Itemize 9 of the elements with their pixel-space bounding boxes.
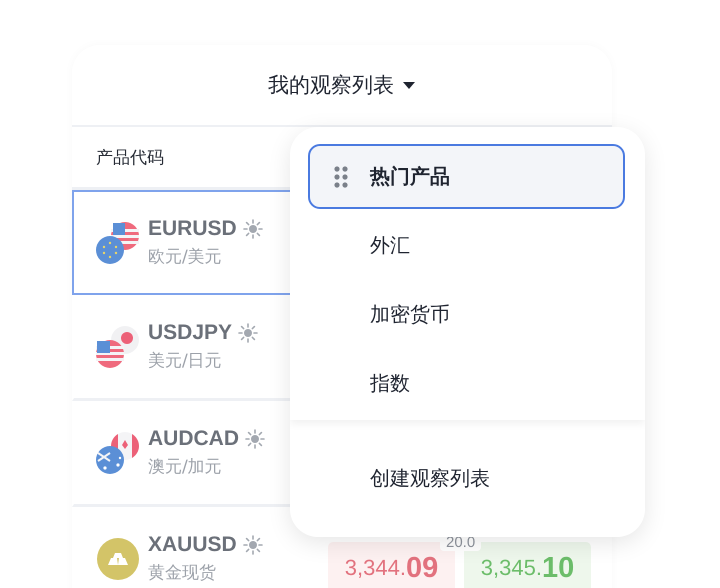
symbol-text: AUDCAD xyxy=(148,427,239,451)
instrument-name: 欧元/美元 xyxy=(148,246,223,268)
instrument-name: 澳元/加元 xyxy=(148,456,223,478)
column-header: 产品代码 xyxy=(96,146,164,168)
symbol-text: USDJPY xyxy=(148,321,232,345)
symbol-text: XAUUSD xyxy=(148,533,237,557)
symbol-text: EURUSD xyxy=(148,217,237,241)
instrument-name: 黄金现货 xyxy=(148,562,217,584)
instrument-name: 美元/日元 xyxy=(148,350,223,372)
